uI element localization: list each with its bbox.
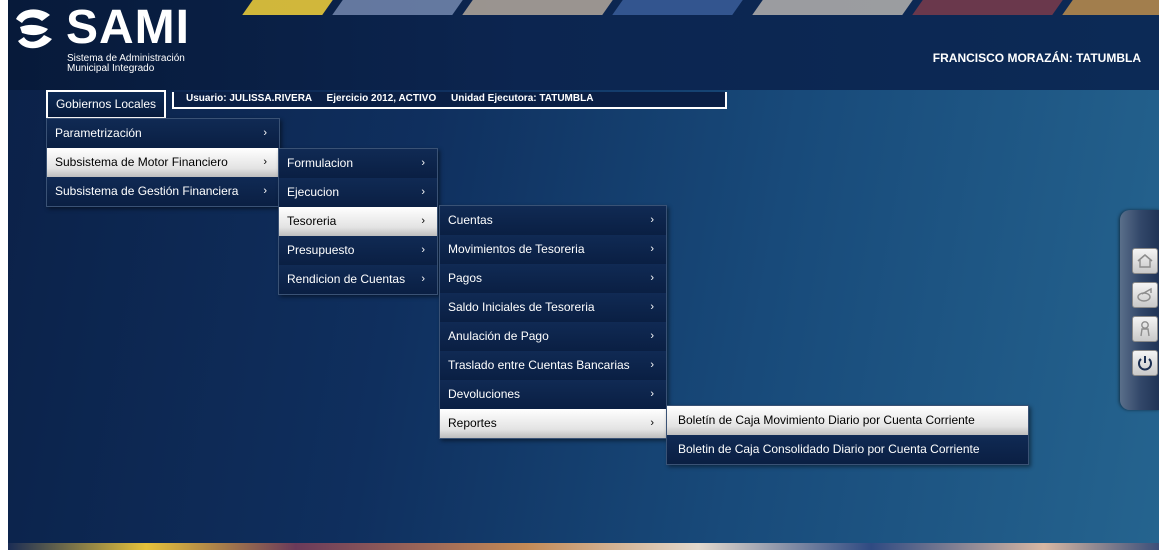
menu-item-label: Reportes <box>448 416 497 430</box>
menu-item-label: Boletin de Caja Consolidado Diario por C… <box>678 442 980 456</box>
menu-item-cuentas[interactable]: Cuentas › <box>440 206 666 235</box>
menu-item-label: Subsistema de Gestión Financiera <box>55 184 239 198</box>
chevron-right-icon: › <box>650 359 654 371</box>
menu-level1: Parametrización › Subsistema de Motor Fi… <box>46 118 280 207</box>
banner-stripe <box>1062 0 1159 15</box>
menu-item-label: Formulacion <box>287 156 354 170</box>
menu-item-boletin-movimiento-diario[interactable]: Boletín de Caja Movimiento Diario por Cu… <box>667 406 1028 435</box>
menu-item-label: Movimientos de Tesoreria <box>448 242 585 256</box>
menu-item-label: Pagos <box>448 271 483 285</box>
banner-stripe <box>612 0 764 15</box>
banner-stripe <box>462 0 634 15</box>
home-button[interactable] <box>1132 248 1158 274</box>
chevron-right-icon: › <box>421 215 425 227</box>
mail-icon <box>1137 287 1152 302</box>
menu-item-label: Subsistema de Motor Financiero <box>55 155 228 169</box>
chevron-right-icon: › <box>421 157 425 169</box>
header-banner: SAMI Sistema de Administración Municipal… <box>8 0 1159 90</box>
menu-item-boletin-consolidado-diario[interactable]: Boletin de Caja Consolidado Diario por C… <box>667 435 1028 464</box>
menu-item-label: Presupuesto <box>287 243 355 257</box>
menu-item-pagos[interactable]: Pagos › <box>440 264 666 293</box>
menu-item-traslado-entre-cuentas[interactable]: Traslado entre Cuentas Bancarias › <box>440 351 666 380</box>
power-button[interactable] <box>1132 350 1158 376</box>
power-icon <box>1138 356 1152 371</box>
chevron-right-icon: › <box>421 273 425 285</box>
user-button[interactable] <box>1132 316 1158 342</box>
chevron-right-icon: › <box>650 417 654 429</box>
menu-level2: Formulacion › Ejecucion › Tesoreria › Pr… <box>278 148 438 295</box>
menu-item-devoluciones[interactable]: Devoluciones › <box>440 380 666 409</box>
top-menu-gobiernos-locales[interactable]: Gobiernos Locales <box>46 90 166 119</box>
session-info-bar: Usuario: JULISSA.RIVERA Ejercicio 2012, … <box>172 92 727 109</box>
menu-item-label: Parametrización <box>55 126 142 140</box>
chevron-right-icon: › <box>650 388 654 400</box>
exercise-info: Ejercicio 2012, ACTIVO <box>326 93 437 104</box>
menu-item-label: Anulación de Pago <box>448 329 549 343</box>
menu-item-presupuesto[interactable]: Presupuesto › <box>279 236 437 265</box>
chevron-right-icon: › <box>650 301 654 313</box>
home-icon <box>1137 253 1153 268</box>
menu-item-label: Boletín de Caja Movimiento Diario por Cu… <box>678 413 975 427</box>
menu-item-label: Saldo Iniciales de Tesoreria <box>448 300 595 314</box>
chevron-right-icon: › <box>650 214 654 226</box>
region-title: FRANCISCO MORAZÁN: TATUMBLA <box>932 51 1141 65</box>
chevron-right-icon: › <box>263 127 267 139</box>
chevron-right-icon: › <box>421 186 425 198</box>
menu-item-gestion-financiera[interactable]: Subsistema de Gestión Financiera › <box>47 177 279 206</box>
menu-item-anulacion-de-pago[interactable]: Anulación de Pago › <box>440 322 666 351</box>
menu-item-tesoreria[interactable]: Tesoreria › <box>279 207 437 236</box>
quick-access-panel <box>1120 210 1159 410</box>
chevron-right-icon: › <box>263 156 267 168</box>
menu-item-label: Devoluciones <box>448 387 521 401</box>
footer-banner <box>8 543 1159 550</box>
mail-button[interactable] <box>1132 282 1158 308</box>
banner-stripe <box>752 0 934 15</box>
chevron-right-icon: › <box>650 272 654 284</box>
menu-item-parametrizacion[interactable]: Parametrización › <box>47 119 279 148</box>
menu-item-formulacion[interactable]: Formulacion › <box>279 149 437 178</box>
menu-level4: Boletín de Caja Movimiento Diario por Cu… <box>666 405 1029 465</box>
menu-item-rendicion-de-cuentas[interactable]: Rendicion de Cuentas › <box>279 265 437 294</box>
banner-stripe <box>332 0 484 15</box>
unit-info: Unidad Ejecutora: TATUMBLA <box>451 93 594 104</box>
sami-logo-icon <box>16 9 52 49</box>
app-frame: SAMI Sistema de Administración Municipal… <box>8 0 1159 550</box>
menu-item-label: Traslado entre Cuentas Bancarias <box>448 358 630 372</box>
chevron-right-icon: › <box>263 185 267 197</box>
menu-item-label: Rendicion de Cuentas <box>287 272 406 286</box>
menu-item-reportes[interactable]: Reportes › <box>440 409 666 438</box>
menu-item-saldo-iniciales[interactable]: Saldo Iniciales de Tesoreria › <box>440 293 666 322</box>
logo-subtitle: Municipal Integrado <box>67 63 155 74</box>
menu-item-label: Ejecucion <box>287 185 340 199</box>
menu-item-label: Cuentas <box>448 213 493 227</box>
user-icon <box>1140 321 1150 337</box>
banner-stripe <box>912 0 1084 15</box>
menu-item-movimientos-de-tesoreria[interactable]: Movimientos de Tesoreria › <box>440 235 666 264</box>
menu-item-motor-financiero[interactable]: Subsistema de Motor Financiero › <box>47 148 279 177</box>
user-info: Usuario: JULISSA.RIVERA <box>186 93 312 104</box>
menu-item-ejecucion[interactable]: Ejecucion › <box>279 178 437 207</box>
chevron-right-icon: › <box>650 330 654 342</box>
logo-title: SAMI <box>66 1 190 54</box>
menu-level3: Cuentas › Movimientos de Tesoreria › Pag… <box>439 205 667 439</box>
chevron-right-icon: › <box>650 243 654 255</box>
menu-item-label: Tesoreria <box>287 214 337 228</box>
chevron-right-icon: › <box>421 244 425 256</box>
